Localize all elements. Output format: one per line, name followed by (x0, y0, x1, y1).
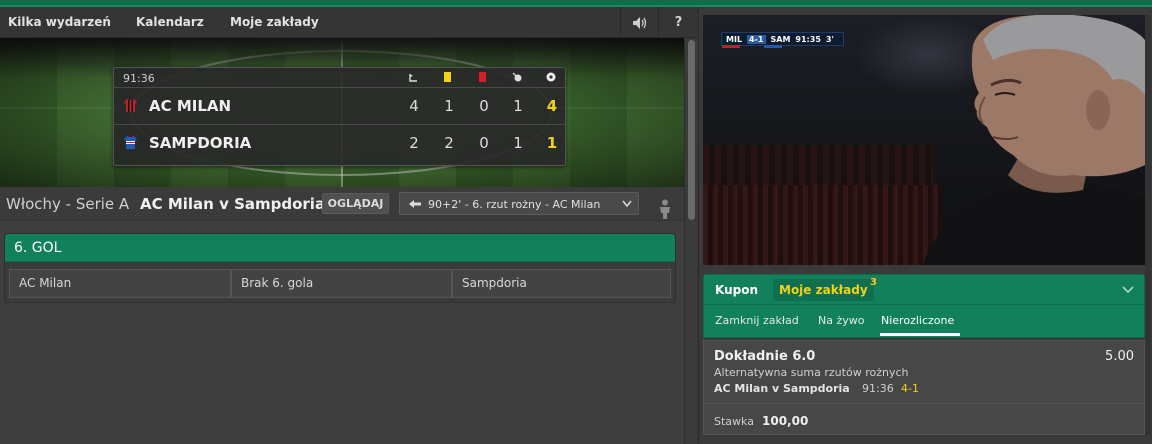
active-subtab-indicator (880, 333, 960, 336)
chevron-down-icon[interactable] (1122, 285, 1134, 295)
help-button[interactable]: ? (658, 7, 698, 38)
left-scrollbar-thumb[interactable] (688, 40, 695, 220)
goal-icon (546, 72, 556, 82)
tv-away-team: SAM (770, 34, 791, 44)
penalty-icon (512, 72, 522, 82)
bet-odds: 5.00 (1105, 349, 1134, 364)
match-clock: 91:36 (123, 72, 155, 85)
home-score: 4 (546, 97, 558, 115)
bet-selection: Dokładnie 6.0 (714, 349, 816, 364)
tv-scoreboard: MIL 4-1 SAM 91:35 3' (721, 32, 844, 48)
match-title: AC Milan v Sampdoria (140, 195, 326, 213)
scoreboard: 91:36 AC MILAN 4 1 0 1 4 SAMPDORIA 2 2 0… (113, 67, 566, 166)
top-navigation: Kilka wydarzeń Kalendarz Moje zakłady ? (0, 7, 698, 38)
subtab-live[interactable]: Na żywo (818, 314, 864, 327)
speaker-icon (632, 16, 646, 29)
away-penalties: 1 (513, 134, 523, 152)
help-icon: ? (674, 15, 683, 30)
tab-coupon[interactable]: Kupon (715, 283, 758, 297)
incident-dropdown[interactable]: 90+2' - 6. rzut rożny - AC Milan (399, 192, 639, 215)
market-header[interactable]: 6. GOL (5, 234, 675, 262)
scoreboard-header: 91:36 (114, 68, 565, 88)
subtab-cash-out[interactable]: Zamknij zakład (715, 314, 799, 327)
outcome-button-no-goal[interactable]: Brak 6. gola (231, 269, 452, 298)
market-card: 6. GOL AC Milan Brak 6. gola Sampdoria (4, 233, 676, 303)
away-corners: 2 (409, 134, 419, 152)
team-row-home: AC MILAN 4 1 0 1 4 (114, 88, 565, 123)
league-name[interactable]: Włochy - Serie A (6, 195, 129, 213)
ac-milan-shirt-icon (124, 99, 137, 112)
tab-my-bets[interactable]: Moje zakłady (773, 279, 874, 301)
tv-result: 4-1 (747, 34, 766, 44)
event-header: Włochy - Serie A AC Milan v Sampdoria OG… (0, 187, 684, 221)
sound-toggle-button[interactable] (620, 7, 658, 38)
outcome-button-home[interactable]: AC Milan (9, 269, 231, 298)
away-score: 1 (546, 134, 558, 152)
open-bet-card[interactable]: Dokładnie 6.0 5.00 Alternatywna suma rzu… (703, 340, 1145, 435)
yellow-card-icon (442, 72, 452, 82)
chevron-down-icon (622, 200, 632, 208)
home-penalties: 1 (513, 97, 523, 115)
tv-home-team: MIL (726, 34, 743, 44)
coach-video-frame (923, 15, 1145, 265)
stake-label: Stawka (714, 415, 754, 428)
nav-multi-events[interactable]: Kilka wydarzeń (8, 15, 111, 29)
watch-button[interactable]: OGLĄDAJ (322, 193, 389, 214)
subtab-unsettled[interactable]: Nierozliczone (881, 314, 954, 327)
bet-event-score: 4-1 (901, 382, 919, 395)
red-card-icon (477, 72, 487, 82)
bet-market: Alternatywna suma rzutów rożnych (714, 366, 909, 379)
away-red-cards: 0 (479, 134, 489, 152)
live-stream-video[interactable]: MIL 4-1 SAM 91:35 3' (703, 15, 1145, 265)
home-team-name: AC MILAN (149, 97, 232, 115)
tv-added-time: 3' (825, 34, 834, 44)
away-yellow-cards: 2 (444, 134, 454, 152)
my-bets-count-badge: 3 (870, 277, 877, 288)
side-panel: MIL 4-1 SAM 91:35 3' Kupon Moje zakłady … (698, 7, 1152, 444)
person-icon[interactable] (656, 199, 674, 219)
home-corners: 4 (409, 97, 419, 115)
stake-value: 100,00 (762, 414, 809, 428)
nav-calendar[interactable]: Kalendarz (136, 15, 204, 29)
home-red-cards: 0 (479, 97, 489, 115)
corner-flag-icon (409, 200, 421, 208)
bet-event: AC Milan v Sampdoria (714, 382, 850, 395)
home-yellow-cards: 1 (444, 97, 454, 115)
away-team-name: SAMPDORIA (149, 134, 252, 152)
market-title: 6. GOL (14, 240, 62, 256)
team-row-away: SAMPDORIA 2 2 0 1 1 (114, 124, 565, 159)
incident-text: 90+2' - 6. rzut rożny - AC Milan (428, 198, 601, 211)
top-brand-strip (0, 0, 1152, 7)
corner-icon (408, 72, 418, 82)
tv-clock: 91:35 (795, 34, 821, 44)
sampdoria-shirt-icon (124, 136, 137, 149)
right-scrollbar[interactable] (1145, 15, 1151, 435)
bet-slip-header: Kupon Moje zakłady 3 Zamknij zakład Na ż… (703, 274, 1145, 338)
bet-event-time: 91:36 (862, 382, 894, 395)
nav-my-bets[interactable]: Moje zakłady (230, 15, 319, 29)
left-scrollbar[interactable] (684, 38, 698, 444)
outcome-button-away[interactable]: Sampdoria (452, 269, 671, 298)
event-panel: Kilka wydarzeń Kalendarz Moje zakłady ? … (0, 7, 698, 444)
